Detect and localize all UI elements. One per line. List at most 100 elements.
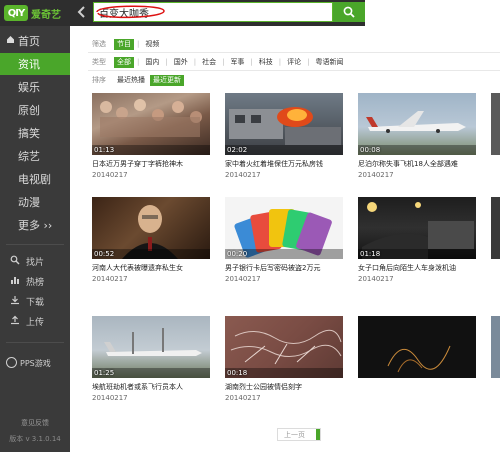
sidebar-util-find[interactable]: 找片	[0, 252, 70, 270]
filter-option-military[interactable]: 军事	[227, 57, 247, 68]
video-title[interactable]: 家中着火红着堆保住万元私房钱	[225, 159, 343, 169]
top-bar-blank	[365, 0, 500, 26]
video-title[interactable]: 埃航班劫机者或系飞行员本人	[92, 382, 210, 392]
video-thumbnail[interactable]: 01:13	[92, 93, 210, 155]
video-duration: 00:18	[227, 369, 248, 377]
filter-separator: |	[137, 58, 140, 66]
sidebar-util-upload[interactable]: 上传	[0, 312, 70, 330]
back-arrow-icon[interactable]	[76, 5, 88, 21]
video-thumbnail[interactable]: 01:25	[92, 316, 210, 378]
sidebar-item-news[interactable]: 资讯	[0, 53, 70, 75]
sidebar-item-home[interactable]: 首页	[0, 30, 70, 52]
sidebar-item-original[interactable]: 原创	[0, 99, 70, 121]
video-date: 20140217	[92, 394, 128, 402]
filter-option-program[interactable]: 节目	[114, 38, 134, 50]
filter-row-type: 类型 全部 | 国内 | 国外 | 社会 | 军事 | 科技 | 评论 | 粤语…	[92, 56, 349, 68]
filter-option-society[interactable]: 社会	[199, 57, 219, 68]
video-card[interactable]: 00:20 男子银行卡后写密码被盗2万元 20140217	[225, 197, 343, 283]
sidebar-item-tv-series[interactable]: 电视剧	[0, 168, 70, 190]
sidebar-item-anime[interactable]: 动漫	[0, 191, 70, 213]
video-title[interactable]: 湖南烈士公园被情侣刻字	[225, 382, 343, 392]
video-thumbnail[interactable]	[491, 93, 500, 155]
sidebar-item-label: 首页	[18, 35, 40, 48]
video-date: 20140217	[225, 171, 261, 179]
video-title[interactable]: 女子口角后向陌生人车身泼机油	[358, 263, 476, 273]
video-title[interactable]: 男子银行卡后写密码被盗2万元	[225, 263, 343, 273]
sidebar-util-label: 上传	[26, 317, 45, 328]
video-title[interactable]: 日本近万男子穿丁字裤抢神木	[92, 159, 210, 169]
home-icon	[6, 35, 15, 47]
video-duration: 01:25	[94, 369, 115, 377]
video-date: 20140217	[225, 394, 261, 402]
filter-separator: |	[307, 58, 310, 66]
sidebar-util-label: 找片	[26, 257, 45, 268]
video-card[interactable]: 02:02 家中着火红着堆保住万元私房钱 20140217	[225, 93, 343, 179]
prev-page-button[interactable]: 上一页	[277, 428, 321, 441]
sidebar-util-hot[interactable]: 热榜	[0, 272, 70, 290]
video-card[interactable]: 00:18 湖南烈士公园被情侣刻字 20140217	[225, 316, 343, 402]
app-logo[interactable]: QIY 爱奇艺	[0, 0, 70, 26]
video-card[interactable]: 00:08 尼泊尔称失事飞机18人全部遇难 20140217	[358, 93, 476, 179]
video-thumbnail[interactable]: 01:18	[358, 197, 476, 259]
sidebar-item-variety[interactable]: 综艺	[0, 145, 70, 167]
video-date: 20140217	[358, 275, 394, 283]
filter-separator: |	[250, 58, 253, 66]
video-card-partial[interactable]	[491, 93, 500, 155]
download-icon	[10, 295, 20, 308]
upload-icon	[10, 315, 20, 328]
video-date: 20140217	[225, 275, 261, 283]
video-card[interactable]: 01:25 埃航班劫机者或系飞行员本人 20140217	[92, 316, 210, 402]
video-card[interactable]: 01:13 日本近万男子穿丁字裤抢神木 20140217	[92, 93, 210, 179]
sidebar-util-download[interactable]: 下载	[0, 292, 70, 310]
sidebar-util-label: 下载	[26, 297, 45, 308]
video-title[interactable]: 河南人大代表被曝遗弃私生女	[92, 263, 210, 273]
pps-label: PPS游戏	[20, 358, 51, 368]
sidebar-item-funny[interactable]: 搞笑	[0, 122, 70, 144]
video-thumbnail[interactable]	[491, 197, 500, 259]
filter-option-cantonese-news[interactable]: 粤语新闻	[313, 57, 347, 68]
pps-games-link[interactable]: PPS游戏	[0, 354, 70, 372]
video-card-partial[interactable]	[491, 316, 500, 378]
video-card[interactable]	[358, 316, 476, 384]
filter-separator: |	[137, 40, 140, 48]
filter-row-sort: 排序 最近热播 最近更新	[92, 74, 186, 86]
logo-text: 爱奇艺	[31, 9, 61, 21]
filter-option-all[interactable]: 全部	[114, 56, 134, 68]
sidebar-item-entertainment[interactable]: 娱乐	[0, 76, 70, 98]
filter-option-international[interactable]: 国外	[171, 57, 191, 68]
video-duration: 00:20	[227, 250, 248, 258]
sidebar-util-label: 热榜	[26, 277, 45, 288]
video-duration: 01:13	[94, 146, 115, 154]
video-thumbnail[interactable]: 00:20	[225, 197, 343, 259]
video-thumbnail[interactable]	[491, 316, 500, 378]
video-thumbnail[interactable]: 00:08	[358, 93, 476, 155]
feedback-link[interactable]: 意见反馈	[0, 418, 70, 428]
video-thumbnail[interactable]	[358, 316, 476, 378]
video-title[interactable]: 尼泊尔称失事飞机18人全部遇难	[358, 159, 476, 169]
sort-option-hot[interactable]: 最近热播	[114, 75, 148, 86]
search-button[interactable]	[333, 2, 365, 22]
filter-separator: |	[278, 58, 282, 66]
video-date: 20140217	[92, 171, 128, 179]
video-thumbnail[interactable]: 02:02	[225, 93, 343, 155]
filter-option-domestic[interactable]: 国内	[142, 57, 162, 68]
video-card[interactable]: 00:52 河南人大代表被曝遗弃私生女 20140217	[92, 197, 210, 283]
search-input[interactable]	[94, 3, 332, 21]
filter-option-comment[interactable]: 评论	[284, 57, 304, 68]
pps-icon	[6, 357, 17, 368]
filter-option-video[interactable]: 视频	[142, 39, 162, 50]
video-thumbnail[interactable]: 00:52	[92, 197, 210, 259]
pager-accent	[316, 429, 320, 440]
sidebar-item-label: 资讯	[18, 58, 40, 71]
sort-option-latest[interactable]: 最近更新	[150, 74, 184, 86]
search-icon	[10, 255, 20, 268]
video-thumbnail[interactable]: 00:18	[225, 316, 343, 378]
video-card[interactable]: 01:18 女子口角后向陌生人车身泼机油 20140217	[358, 197, 476, 283]
video-card-partial[interactable]	[491, 197, 500, 259]
sidebar-item-more[interactable]: 更多 ››	[0, 214, 70, 236]
sidebar-divider	[6, 244, 64, 245]
filter-option-tech[interactable]: 科技	[256, 57, 276, 68]
sidebar-item-label: 综艺	[18, 150, 40, 163]
filter-label: 类型	[92, 58, 106, 66]
filter-label: 排序	[92, 76, 106, 84]
